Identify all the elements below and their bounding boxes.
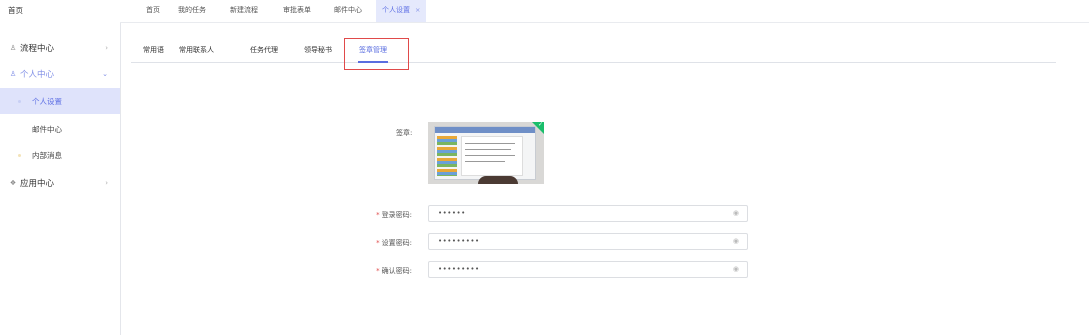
bullet-icon	[18, 99, 21, 103]
eye-icon[interactable]: ◉	[733, 209, 739, 217]
subtab-common-phrases[interactable]: 常用语	[143, 40, 164, 62]
form-row-login-password: * 登录密码:	[0, 205, 412, 223]
sidebar-home[interactable]: 首页	[8, 5, 23, 16]
eye-icon[interactable]: ◉	[733, 237, 739, 245]
subtab-task-delegation[interactable]: 任务代理	[250, 40, 278, 62]
check-icon: ✓	[537, 122, 543, 128]
login-password-input[interactable]: •••••• ◉	[428, 205, 748, 222]
sidebar-item-internal-messages[interactable]: 内部消息	[0, 142, 120, 168]
tab-home[interactable]: 首页	[140, 0, 166, 22]
sidebar-group-label: 个人中心	[20, 70, 55, 80]
chevron-right-icon: ›	[105, 44, 108, 52]
subtab-frequent-contacts[interactable]: 常用联系人	[179, 40, 214, 62]
apps-icon: ❖	[9, 179, 17, 187]
signature-image[interactable]: ✓	[428, 122, 544, 184]
tab-personal-settings[interactable]: 个人设置 ×	[376, 0, 427, 22]
sidebar-item-label: 邮件中心	[32, 124, 62, 134]
password-value: •••••••••	[438, 237, 480, 245]
password-value: ••••••	[438, 209, 466, 217]
top-tab-bar: 首页 我的任务 新建流程 审批表单 邮件中心 个人设置 ×	[120, 0, 1089, 23]
form-row-confirm-password: * 确认密码:	[0, 261, 412, 279]
tab-label: 个人设置	[382, 6, 410, 14]
sidebar-group-personal[interactable]: ♙ 个人中心 ⌄	[0, 61, 120, 87]
set-password-label: * 设置密码:	[376, 239, 412, 247]
tab-new-process[interactable]: 新建流程	[224, 0, 264, 22]
set-password-input[interactable]: ••••••••• ◉	[428, 233, 748, 250]
user-icon: ♙	[9, 70, 17, 78]
sidebar-item-label: 个人设置	[32, 96, 62, 106]
password-value: •••••••••	[438, 265, 480, 273]
sidebar-item-personal-settings[interactable]: 个人设置	[0, 88, 120, 114]
login-password-label: * 登录密码:	[376, 211, 412, 219]
signature-preview	[434, 126, 536, 180]
sidebar-group-apps[interactable]: ❖ 应用中心 ›	[0, 170, 120, 196]
tab-approval-forms[interactable]: 审批表单	[277, 0, 317, 22]
highlight-annotation	[344, 38, 409, 70]
eye-icon[interactable]: ◉	[733, 265, 739, 273]
chevron-down-icon: ⌄	[102, 70, 108, 78]
confirm-password-input[interactable]: ••••••••• ◉	[428, 261, 748, 278]
bullet-icon	[18, 153, 21, 157]
sidebar: 首页 ♙ 流程中心 › ♙ 个人中心 ⌄ 个人设置 邮件中心 内部消息 ❖ 应用…	[0, 0, 121, 335]
settings-subtabs: 常用语 常用联系人 任务代理 领导秘书 签章管理	[131, 40, 1056, 63]
subtab-leader-secretary[interactable]: 领导秘书	[304, 40, 332, 62]
tab-mail-center[interactable]: 邮件中心	[328, 0, 368, 22]
tab-my-tasks[interactable]: 我的任务	[172, 0, 212, 22]
sidebar-group-label: 流程中心	[20, 44, 55, 54]
sidebar-group-process[interactable]: ♙ 流程中心 ›	[0, 35, 120, 61]
sidebar-item-mail-center[interactable]: 邮件中心	[0, 116, 120, 142]
close-icon[interactable]: ×	[415, 6, 420, 14]
user-icon: ♙	[9, 44, 17, 52]
chevron-right-icon: ›	[105, 179, 108, 187]
confirm-password-label: * 确认密码:	[376, 267, 412, 275]
sidebar-group-label: 应用中心	[20, 179, 55, 189]
form-row-set-password: * 设置密码:	[0, 233, 412, 251]
sidebar-item-label: 内部消息	[32, 150, 62, 160]
signature-label: 签章:	[396, 129, 413, 137]
